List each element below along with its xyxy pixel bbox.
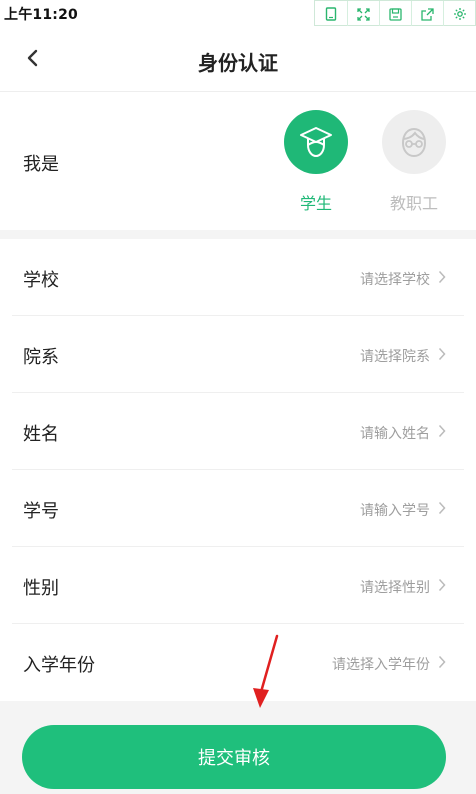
- status-time: 上午11:20: [4, 7, 78, 23]
- row-label: 入学年份: [23, 655, 95, 676]
- school-select[interactable]: 请选择学校: [360, 269, 430, 289]
- phone-frame-icon[interactable]: [315, 1, 347, 27]
- row-label: 性别: [23, 578, 59, 599]
- form-row-school[interactable]: 学校 请选择学校: [0, 239, 476, 316]
- name-input[interactable]: 请输入姓名: [360, 423, 430, 443]
- form-row-name[interactable]: 姓名 请输入姓名: [0, 393, 476, 470]
- role-student-label: 学生: [299, 194, 332, 213]
- status-bar: 上午11:20: [0, 0, 476, 27]
- chevron-right-icon: [438, 578, 446, 592]
- bottom-bar: 提交审核: [0, 701, 476, 794]
- row-label: 学校: [23, 270, 59, 291]
- chevron-right-icon: [438, 270, 446, 284]
- role-staff-option[interactable]: 教职工: [382, 110, 446, 214]
- form-row-enrollment-year[interactable]: 入学年份 请选择入学年份: [0, 624, 476, 701]
- form-row-gender[interactable]: 性别 请选择性别: [0, 547, 476, 624]
- identity-section: 我是 学生 教职工: [0, 92, 476, 230]
- app-screen: 上午11:20 身份认证 我是 学生 教职工 学校 请选择学校 院系 请选择院系…: [0, 0, 476, 794]
- page-title: 身份认证: [198, 51, 278, 75]
- emulator-toolbar: [314, 0, 476, 27]
- chevron-right-icon: [438, 501, 446, 515]
- form-row-department[interactable]: 院系 请选择院系: [0, 316, 476, 393]
- share-icon[interactable]: [411, 1, 443, 27]
- submit-review-button[interactable]: 提交审核: [22, 725, 446, 789]
- row-label: 学号: [23, 501, 59, 522]
- chevron-right-icon: [438, 655, 446, 669]
- fullscreen-icon[interactable]: [347, 1, 379, 27]
- department-select[interactable]: 请选择院系: [360, 346, 430, 366]
- identity-label: 我是: [23, 154, 59, 175]
- enrollment-year-select[interactable]: 请选择入学年份: [332, 654, 430, 674]
- row-label: 姓名: [23, 424, 59, 445]
- gender-select[interactable]: 请选择性别: [360, 577, 430, 597]
- annotation-arrow-icon: [253, 634, 279, 708]
- form-row-student-id[interactable]: 学号 请输入学号: [0, 470, 476, 547]
- navigation-bar: 身份认证: [0, 26, 476, 92]
- role-staff-label: 教职工: [389, 194, 438, 213]
- settings-icon[interactable]: [443, 1, 475, 27]
- save-icon[interactable]: [379, 1, 411, 27]
- role-student-option[interactable]: 学生: [284, 110, 348, 214]
- graduation-cap-avatar-icon: [284, 110, 348, 174]
- chevron-right-icon: [438, 347, 446, 361]
- row-label: 院系: [23, 347, 59, 368]
- teacher-avatar-icon: [382, 110, 446, 174]
- info-form: 学校 请选择学校 院系 请选择院系 姓名 请输入姓名 学号 请输入学号 性别 请…: [0, 239, 476, 701]
- student-id-input[interactable]: 请输入学号: [360, 500, 430, 520]
- chevron-right-icon: [438, 424, 446, 438]
